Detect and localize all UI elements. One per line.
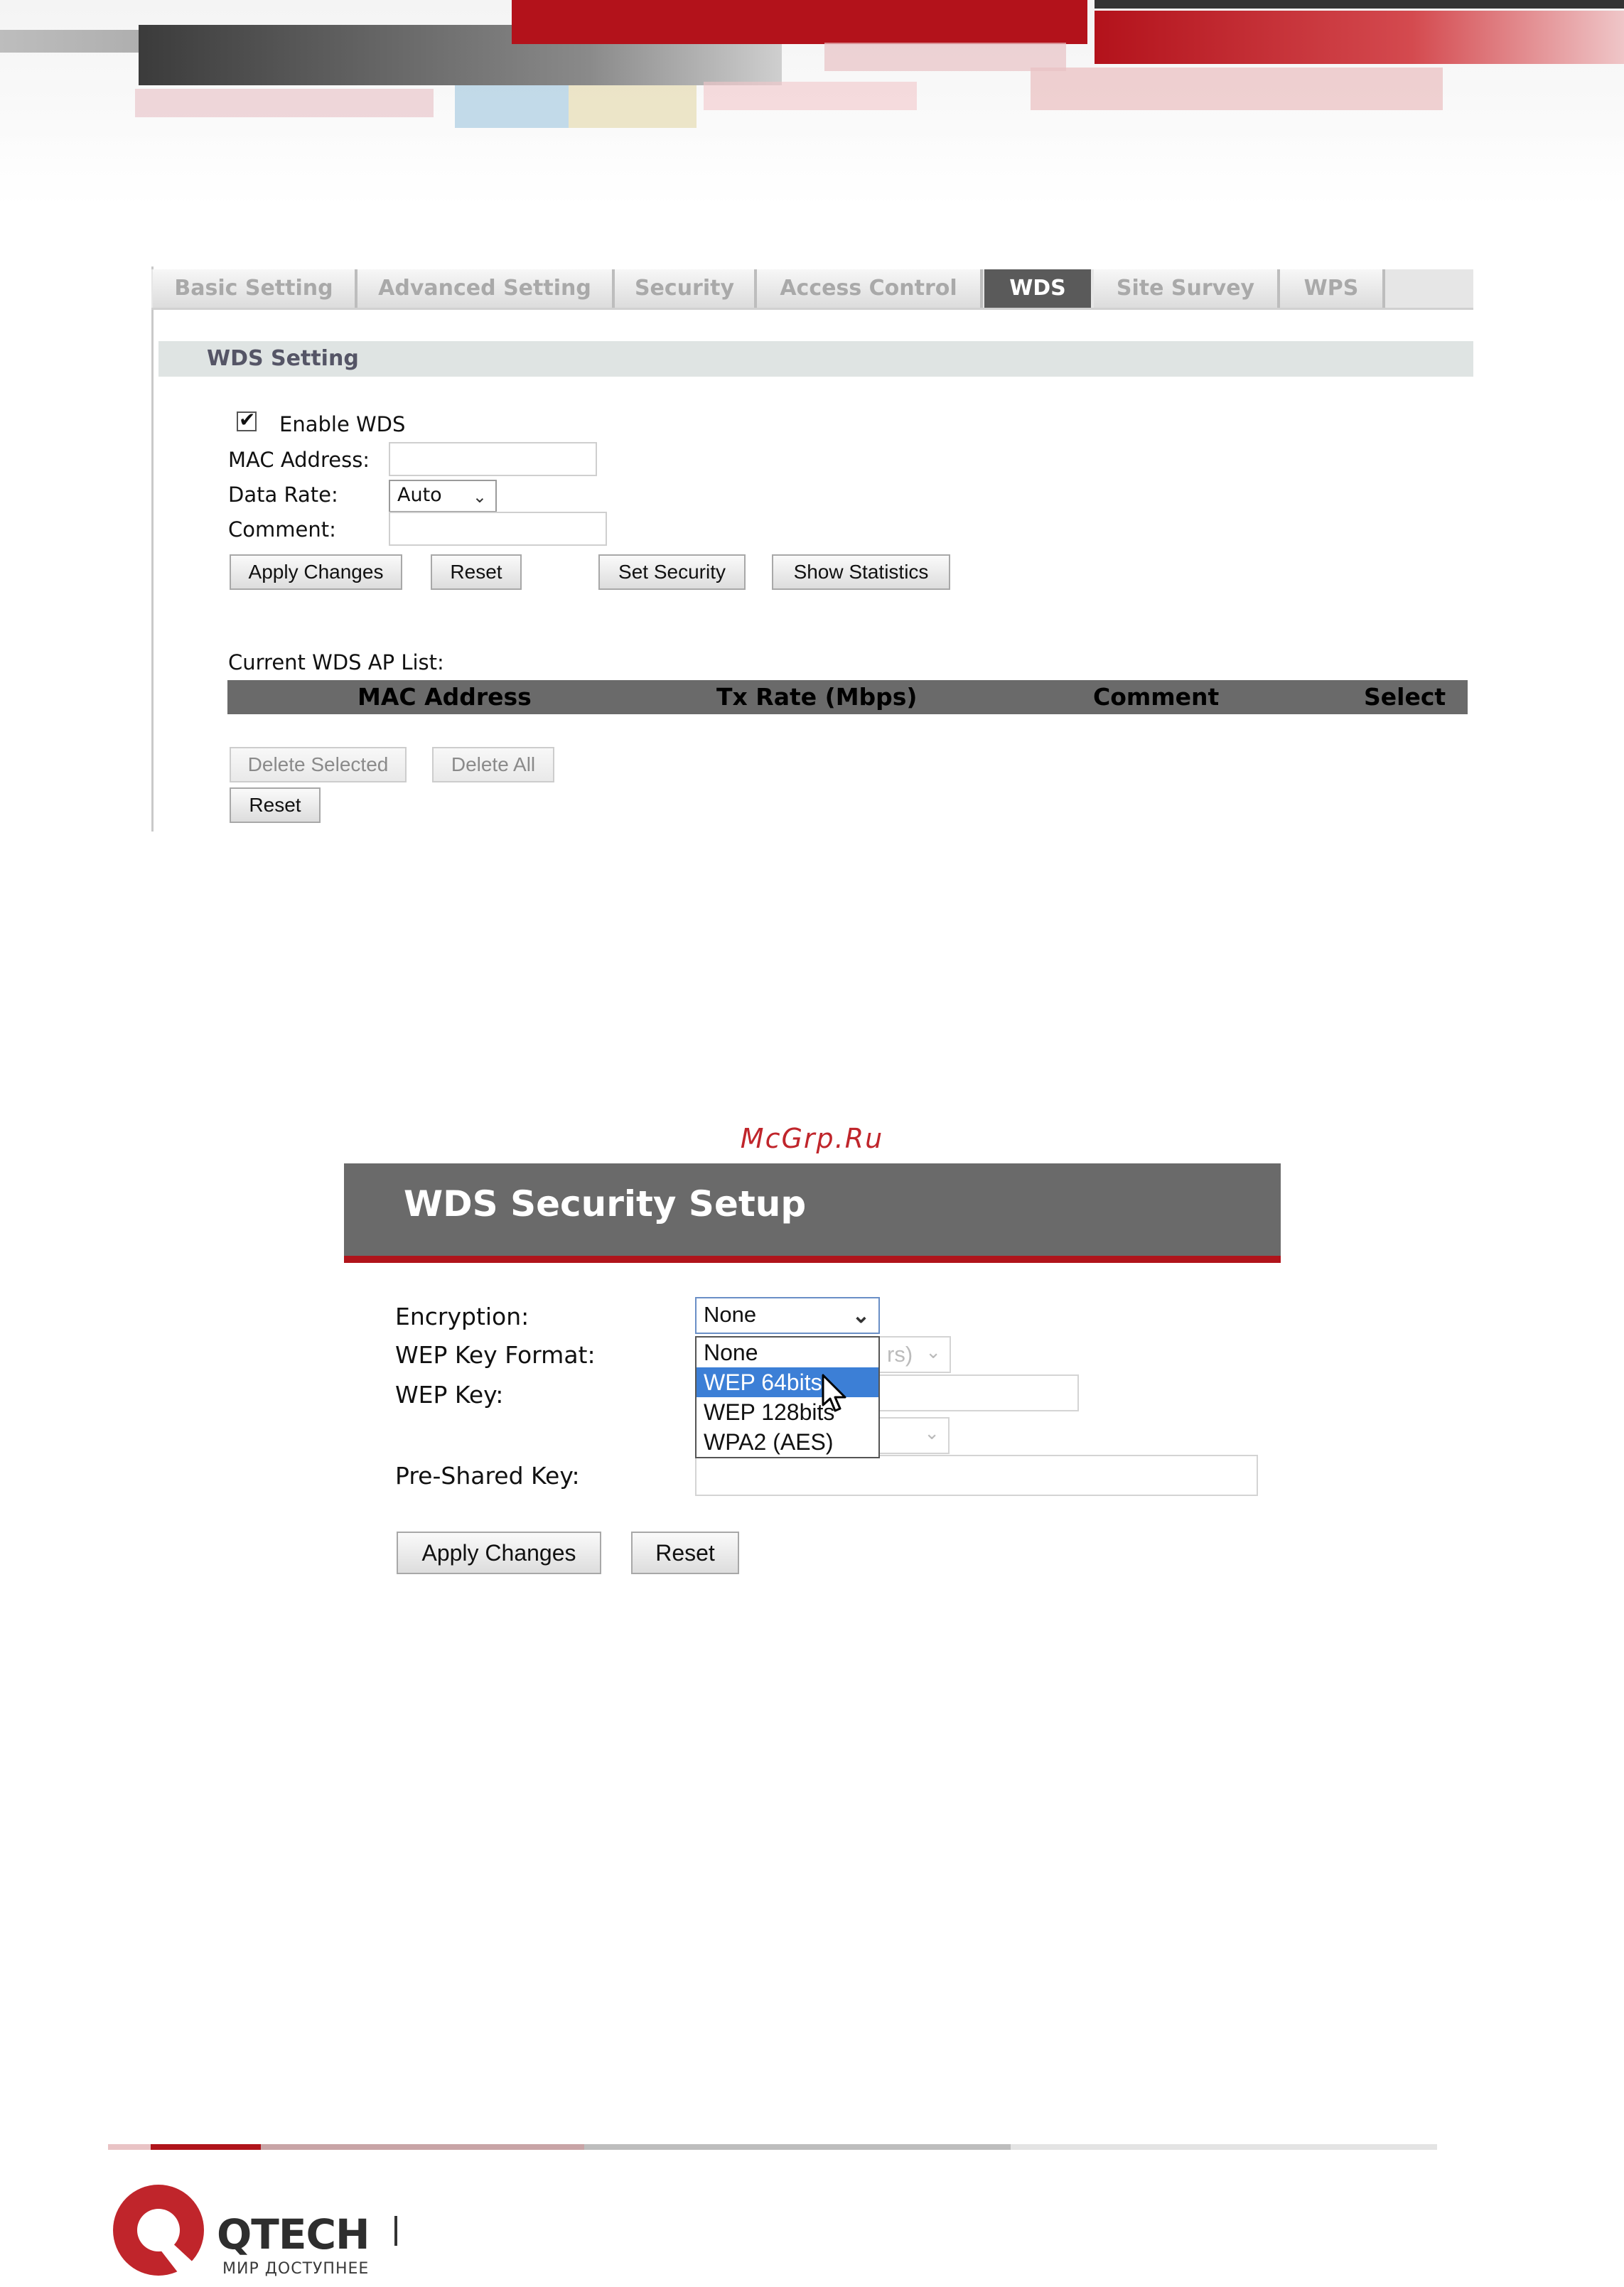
security-title: WDS Security Setup: [404, 1183, 807, 1225]
qtech-logo-icon: [113, 2185, 217, 2284]
encryption-label: Encryption:: [395, 1303, 529, 1330]
col-tx-rate: Tx Rate (Mbps): [716, 683, 918, 711]
apply-changes-button[interactable]: Apply Changes: [230, 554, 402, 590]
security-apply-button[interactable]: Apply Changes: [397, 1532, 601, 1574]
brand-tagline: МИР ДОСТУПНЕЕ: [222, 2260, 370, 2278]
tab-wps[interactable]: WPS: [1280, 269, 1385, 308]
chevron-down-icon: ⌄: [925, 1342, 941, 1363]
watermark: McGrp.Ru: [740, 1123, 884, 1154]
tab-advanced-setting[interactable]: Advanced Setting: [357, 269, 615, 308]
enable-wds-label: Enable WDS: [279, 412, 406, 436]
security-reset-button[interactable]: Reset: [631, 1532, 739, 1574]
mouse-cursor-icon: [822, 1374, 846, 1412]
comment-input[interactable]: [389, 512, 607, 546]
footer-rule: [108, 2144, 1437, 2150]
wep-key-label: WEP Key:: [395, 1381, 504, 1409]
section-header: WDS Setting: [158, 341, 1473, 377]
pre-shared-key-input[interactable]: [695, 1455, 1258, 1496]
data-rate-select[interactable]: Auto ⌄: [389, 480, 497, 512]
header-banner: [0, 0, 1624, 227]
col-select: Select: [1364, 683, 1446, 711]
reset-button[interactable]: Reset: [431, 554, 522, 590]
tab-security[interactable]: Security: [615, 269, 757, 308]
col-comment: Comment: [1093, 683, 1220, 711]
option-none[interactable]: None: [697, 1338, 878, 1367]
wep-format-partial: rs): [887, 1342, 913, 1367]
tab-basic-setting[interactable]: Basic Setting: [153, 269, 357, 308]
wds-security-panel: WDS Security Setup Encryption: None ⌄ WE…: [344, 1163, 1281, 1576]
ap-list-table-header: MAC Address Tx Rate (Mbps) Comment Selec…: [227, 680, 1468, 714]
mac-address-label: MAC Address:: [228, 448, 370, 472]
list-reset-button[interactable]: Reset: [230, 787, 321, 823]
delete-selected-button[interactable]: Delete Selected: [230, 747, 407, 782]
section-title: WDS Setting: [207, 346, 359, 371]
wds-setting-panel: Basic Setting Advanced Setting Security …: [151, 267, 1473, 832]
panel-border: [151, 267, 154, 832]
col-mac-address: MAC Address: [357, 683, 532, 711]
tab-wds[interactable]: WDS: [984, 269, 1091, 308]
set-security-button[interactable]: Set Security: [598, 554, 746, 590]
wep-key-format-label: WEP Key Format:: [395, 1341, 596, 1369]
encryption-dropdown-list: None WEP 64bits WEP 128bits WPA2 (AES): [695, 1336, 880, 1458]
show-statistics-button[interactable]: Show Statistics: [772, 554, 950, 590]
tab-site-survey[interactable]: Site Survey: [1094, 269, 1280, 308]
tab-bar: Basic Setting Advanced Setting Security …: [151, 269, 1473, 310]
pre-shared-key-label: Pre-Shared Key:: [395, 1462, 580, 1490]
encryption-select[interactable]: None ⌄: [695, 1297, 880, 1334]
ap-list-label: Current WDS AP List:: [228, 650, 444, 674]
encryption-value: None: [704, 1302, 757, 1327]
data-rate-value: Auto: [397, 484, 442, 506]
mac-address-input[interactable]: [389, 442, 597, 476]
data-rate-label: Data Rate:: [228, 483, 338, 507]
option-wep-64[interactable]: WEP 64bits: [697, 1367, 878, 1397]
option-wpa2-aes[interactable]: WPA2 (AES): [697, 1427, 878, 1457]
comment-label: Comment:: [228, 517, 336, 542]
option-wep-128[interactable]: WEP 128bits: [697, 1397, 878, 1427]
chevron-down-icon: ⌄: [472, 487, 487, 507]
logo-divider: [394, 2216, 397, 2246]
enable-wds-checkbox[interactable]: [237, 408, 257, 431]
chevron-down-icon: ⌄: [851, 1304, 870, 1328]
tab-access-control[interactable]: Access Control: [757, 269, 983, 308]
qtech-logo: QTECH МИР ДОСТУПНЕЕ: [110, 2182, 537, 2284]
security-header: WDS Security Setup: [344, 1163, 1281, 1263]
brand-name: QTECH: [217, 2210, 370, 2259]
delete-all-button[interactable]: Delete All: [432, 747, 554, 782]
chevron-down-icon: ⌄: [924, 1423, 940, 1444]
